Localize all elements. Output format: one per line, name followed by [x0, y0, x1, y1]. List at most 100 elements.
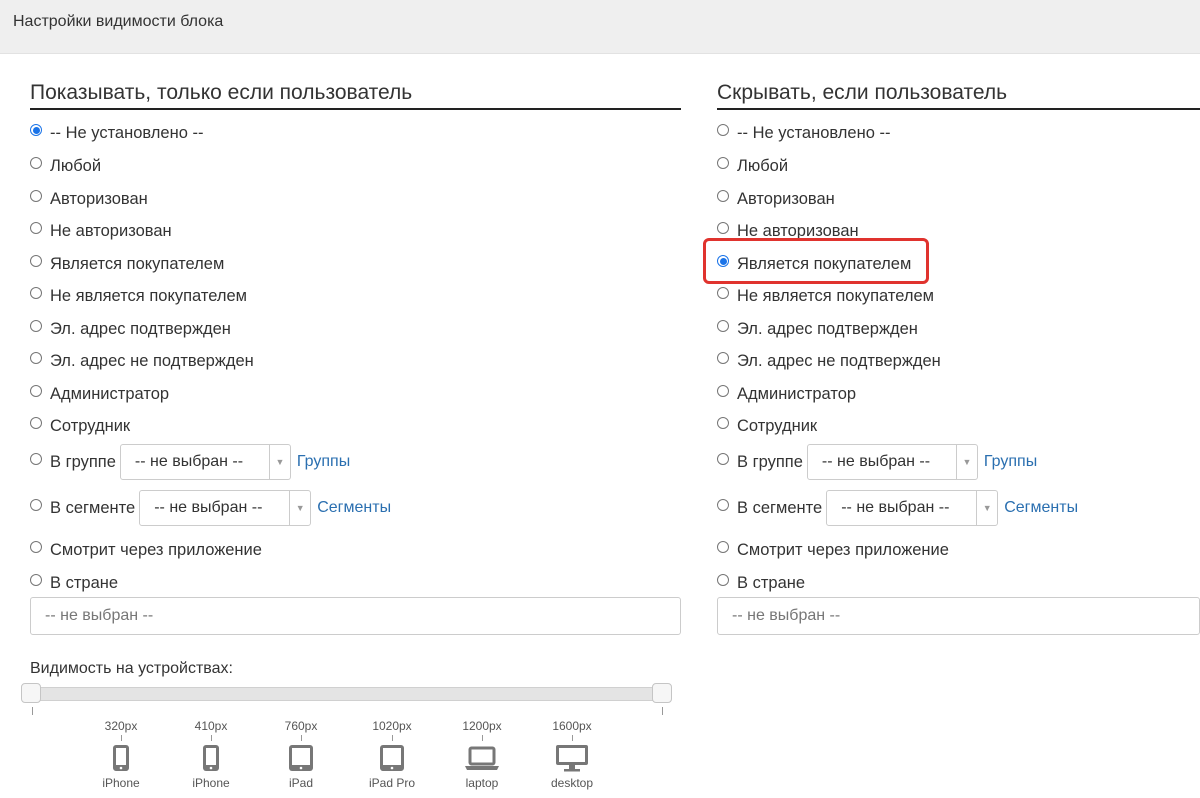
device-name: iPhone	[192, 776, 230, 790]
option-label: Не является покупателем	[737, 286, 934, 305]
radio-icon[interactable]	[30, 541, 42, 553]
show-option-not-set[interactable]: -- Не установлено --	[30, 120, 203, 146]
show-option-in-segment[interactable]: В сегменте -- не выбран -- ▼ Сегменты	[30, 489, 391, 527]
device-range-max-handle[interactable]	[652, 683, 672, 703]
option-label: В стране	[50, 573, 119, 592]
group-select[interactable]: -- не выбран -- ▼	[806, 444, 978, 480]
tablet-icon	[380, 745, 404, 771]
show-option-buyer[interactable]: Является покупателем	[30, 251, 224, 277]
groups-link[interactable]: Группы	[984, 453, 1037, 471]
group-select-value: -- не выбран --	[134, 453, 244, 470]
hide-option-email-confirmed[interactable]: Эл. адрес подтвержден	[717, 316, 918, 342]
show-option-employee[interactable]: Сотрудник	[30, 413, 130, 439]
show-option-email-confirmed[interactable]: Эл. адрес подтвержден	[30, 316, 231, 342]
device-tick	[210, 735, 212, 741]
hide-option-app[interactable]: Смотрит через приложение	[717, 537, 949, 563]
radio-icon[interactable]	[30, 320, 42, 332]
option-label: В группе	[737, 452, 803, 471]
show-option-in-group[interactable]: В группе -- не выбран -- ▼ Группы	[30, 443, 350, 481]
device-width-label: 1200px	[462, 719, 502, 733]
radio-icon[interactable]	[30, 385, 42, 397]
tablet-icon	[289, 745, 313, 771]
option-label: Не авторизован	[50, 221, 172, 240]
hide-option-in-segment[interactable]: В сегменте -- не выбран -- ▼ Сегменты	[717, 489, 1078, 527]
option-label: Любой	[737, 156, 789, 175]
radio-icon[interactable]	[717, 352, 729, 364]
option-label: Авторизован	[50, 189, 148, 208]
country-select[interactable]: -- не выбран --	[717, 597, 1200, 635]
hide-option-country[interactable]: В стране	[717, 570, 805, 596]
hide-option-admin[interactable]: Администратор	[717, 381, 856, 407]
show-option-app[interactable]: Смотрит через приложение	[30, 537, 262, 563]
show-option-admin[interactable]: Администратор	[30, 381, 169, 407]
option-label: -- Не установлено --	[737, 123, 891, 142]
group-select[interactable]: -- не выбран -- ▼	[119, 444, 291, 480]
radio-icon[interactable]	[717, 574, 729, 586]
hide-option-employee[interactable]: Сотрудник	[717, 413, 817, 439]
option-label: Эл. адрес не подтвержден	[737, 351, 941, 370]
radio-icon[interactable]	[717, 385, 729, 397]
show-section: Показывать, только если пользователь -- …	[30, 78, 681, 635]
radio-icon[interactable]	[717, 190, 729, 202]
radio-icon[interactable]	[30, 255, 42, 267]
device-width-label: 320px	[104, 719, 138, 733]
chevron-down-icon[interactable]: ▼	[289, 491, 310, 525]
radio-icon[interactable]	[717, 124, 729, 136]
device-range-track[interactable]	[28, 687, 668, 701]
option-label: Не является покупателем	[50, 286, 247, 305]
radio-icon[interactable]	[30, 222, 42, 234]
hide-option-any[interactable]: Любой	[717, 153, 788, 179]
option-label: Смотрит через приложение	[50, 540, 262, 559]
radio-icon[interactable]	[717, 499, 729, 511]
option-label: Авторизован	[737, 189, 835, 208]
chevron-down-icon[interactable]: ▼	[976, 491, 997, 525]
groups-link[interactable]: Группы	[297, 453, 350, 471]
radio-icon[interactable]	[30, 352, 42, 364]
show-option-authorized[interactable]: Авторизован	[30, 186, 148, 212]
radio-icon[interactable]	[717, 453, 729, 465]
range-tick	[32, 707, 33, 715]
hide-option-not-set[interactable]: -- Не установлено --	[717, 120, 890, 146]
device-tick	[391, 735, 393, 741]
radio-icon[interactable]	[717, 157, 729, 169]
device-tick	[571, 735, 573, 741]
show-option-email-not-confirmed[interactable]: Эл. адрес не подтвержден	[30, 348, 254, 374]
panel-header: Настройки видимости блока	[0, 0, 1200, 54]
radio-icon[interactable]	[30, 190, 42, 202]
segments-link[interactable]: Сегменты	[1004, 499, 1078, 517]
radio-icon[interactable]	[30, 124, 42, 136]
option-label: В стране	[737, 573, 806, 592]
radio-icon[interactable]	[30, 574, 42, 586]
show-option-any[interactable]: Любой	[30, 153, 101, 179]
radio-icon[interactable]	[717, 222, 729, 234]
radio-icon[interactable]	[30, 417, 42, 429]
device-width-label: 410px	[194, 719, 228, 733]
country-select[interactable]: -- не выбран --	[30, 597, 681, 635]
segments-link[interactable]: Сегменты	[317, 499, 391, 517]
device-width-label: 1020px	[372, 719, 412, 733]
show-option-not-authorized[interactable]: Не авторизован	[30, 218, 172, 244]
device-range-min-handle[interactable]	[21, 683, 41, 703]
show-option-not-buyer[interactable]: Не является покупателем	[30, 283, 247, 309]
chevron-down-icon[interactable]: ▼	[268, 445, 290, 479]
chevron-down-icon[interactable]: ▼	[955, 445, 977, 479]
hide-option-email-not-confirmed[interactable]: Эл. адрес не подтвержден	[717, 348, 941, 374]
segment-select[interactable]: -- не выбран -- ▼	[826, 490, 999, 526]
segment-select[interactable]: -- не выбран -- ▼	[139, 490, 312, 526]
phone-icon	[203, 745, 219, 771]
device-ipad-pro-1020: 1020px iPad Pro	[357, 719, 427, 790]
radio-icon[interactable]	[30, 157, 42, 169]
hide-option-authorized[interactable]: Авторизован	[717, 186, 835, 212]
radio-icon[interactable]	[717, 541, 729, 553]
radio-icon[interactable]	[30, 453, 42, 465]
radio-icon[interactable]	[717, 320, 729, 332]
option-label: Сотрудник	[737, 416, 818, 435]
show-option-country[interactable]: В стране	[30, 570, 118, 596]
hide-option-in-group[interactable]: В группе -- не выбран -- ▼ Группы	[717, 443, 1037, 481]
radio-icon[interactable]	[30, 287, 42, 299]
radio-icon[interactable]	[717, 417, 729, 429]
radio-icon[interactable]	[717, 287, 729, 299]
radio-icon[interactable]	[30, 499, 42, 511]
hide-option-not-buyer[interactable]: Не является покупателем	[717, 283, 934, 309]
option-label: Эл. адрес не подтвержден	[50, 351, 254, 370]
